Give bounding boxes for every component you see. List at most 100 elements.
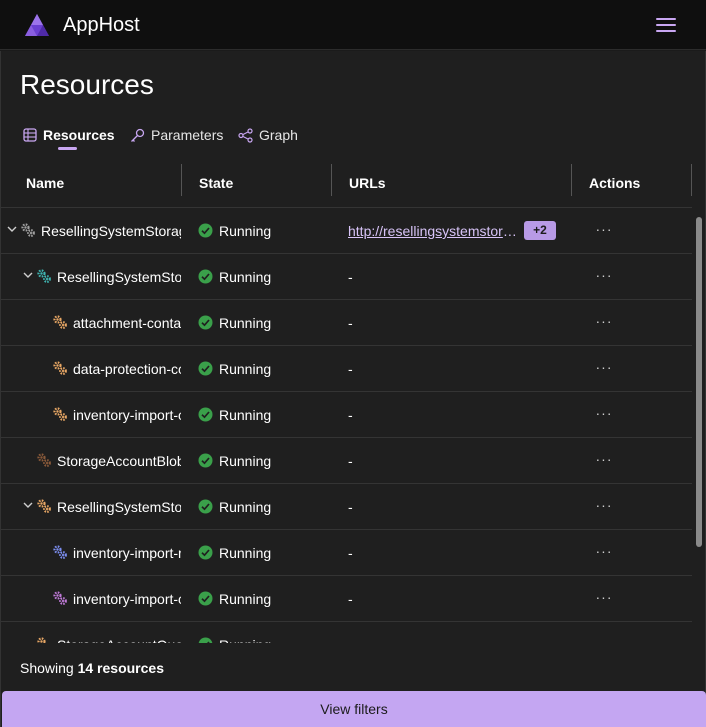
resource-name[interactable]: inventory-import-c: [73, 392, 181, 438]
row-actions-button[interactable]: ···: [589, 495, 619, 517]
table-row[interactable]: ResellingSystemSto Running - ···: [1, 484, 692, 530]
running-check-icon: [198, 315, 213, 330]
table-header: Name State URLs Actions: [1, 159, 692, 208]
resource-name[interactable]: ResellingSystemSto: [57, 484, 181, 530]
resource-url-link[interactable]: http://resellingsystemstorage: [348, 208, 518, 254]
running-check-icon: [198, 453, 213, 468]
tab-graph[interactable]: Graph: [238, 121, 298, 149]
chevron-down-icon[interactable]: [21, 267, 35, 283]
resource-gear-icon: [52, 544, 68, 560]
column-divider[interactable]: [691, 164, 692, 196]
column-header-urls[interactable]: URLs: [349, 159, 386, 207]
resource-url-empty: -: [348, 591, 353, 607]
row-actions-button[interactable]: ···: [589, 633, 619, 643]
resource-gear-icon: [52, 590, 68, 606]
top-bar: AppHost: [0, 0, 706, 50]
page-title: Resources: [20, 69, 154, 100]
table-row[interactable]: attachment-conta Running - ···: [1, 300, 692, 346]
column-divider[interactable]: [331, 164, 332, 196]
resource-state: Running: [219, 407, 272, 423]
resource-name[interactable]: attachment-conta: [73, 300, 181, 346]
tab-resources-label: Resources: [43, 127, 115, 143]
resource-url-empty: -: [348, 315, 353, 331]
chevron-down-icon[interactable]: [21, 497, 35, 513]
resource-gear-icon: [52, 406, 68, 422]
table-row[interactable]: inventory-import-c Running - ···: [1, 392, 692, 438]
table-icon: [23, 128, 37, 142]
resource-gear-icon: [36, 498, 52, 514]
resource-name[interactable]: StorageAccountBlob: [57, 438, 181, 484]
showing-label: Showing: [20, 660, 74, 676]
resource-state: Running: [219, 269, 272, 285]
running-check-icon: [198, 361, 213, 376]
more-urls-badge[interactable]: +2: [524, 221, 556, 240]
tab-parameters[interactable]: Parameters: [130, 121, 223, 149]
resource-name[interactable]: inventory-import-r: [73, 530, 181, 576]
column-divider[interactable]: [181, 164, 182, 196]
resource-state: Running: [219, 622, 271, 643]
resource-name[interactable]: inventory-import-c: [73, 576, 181, 622]
resource-url-empty: -: [348, 407, 353, 423]
resource-count: 14 resources: [77, 660, 164, 676]
tab-graph-label: Graph: [259, 127, 298, 143]
row-actions-button[interactable]: ···: [589, 357, 619, 379]
resource-gear-icon: [52, 360, 68, 376]
resource-gear-icon: [20, 222, 36, 238]
resource-state: Running: [219, 591, 272, 607]
resource-url-empty: -: [348, 622, 353, 643]
resource-gear-icon: [36, 268, 52, 284]
resource-state: Running: [219, 223, 272, 239]
table-row[interactable]: StorageAccountQue Running - ···: [1, 622, 692, 643]
table-row[interactable]: StorageAccountBlob Running - ···: [1, 438, 692, 484]
table-row[interactable]: inventory-import-r Running - ···: [1, 530, 692, 576]
row-actions-button[interactable]: ···: [589, 449, 619, 471]
table-scrollbar[interactable]: [693, 159, 705, 643]
column-header-state[interactable]: State: [199, 159, 233, 207]
row-actions-button[interactable]: ···: [589, 265, 619, 287]
running-check-icon: [198, 637, 213, 643]
row-actions-button[interactable]: ···: [589, 587, 619, 609]
row-actions-button[interactable]: ···: [589, 219, 619, 241]
chevron-down-icon[interactable]: [5, 221, 19, 237]
resource-url-empty: -: [348, 453, 353, 469]
column-divider[interactable]: [571, 164, 572, 196]
table-row[interactable]: ResellingSystemStorag Running http://resel…: [1, 208, 692, 254]
resource-gear-icon: [52, 314, 68, 330]
app-title: AppHost: [63, 14, 140, 36]
resource-name[interactable]: ResellingSystemStorag: [41, 208, 181, 254]
table-row[interactable]: inventory-import-c Running - ···: [1, 576, 692, 622]
resources-panel: Resources Resources Parameters Graph Nam…: [0, 51, 706, 727]
app-logo-icon: [25, 14, 49, 36]
resource-url-empty: -: [348, 545, 353, 561]
tab-resources[interactable]: Resources: [23, 121, 115, 149]
running-check-icon: [198, 407, 213, 422]
key-icon: [131, 128, 145, 142]
resource-state: Running: [219, 361, 272, 377]
column-header-actions[interactable]: Actions: [589, 159, 640, 207]
resources-table: Name State URLs Actions ResellingSystemS…: [1, 159, 692, 643]
hamburger-menu-icon[interactable]: [652, 13, 680, 37]
table-row[interactable]: ResellingSystemSto Running - ···: [1, 254, 692, 300]
running-check-icon: [198, 545, 213, 560]
tab-parameters-label: Parameters: [151, 127, 224, 143]
running-check-icon: [198, 223, 213, 238]
resource-url-empty: -: [348, 361, 353, 377]
resource-state: Running: [219, 453, 272, 469]
resource-state: Running: [219, 499, 272, 515]
running-check-icon: [198, 269, 213, 284]
table-row[interactable]: data-protection-cc Running - ···: [1, 346, 692, 392]
resource-url-empty: -: [348, 499, 353, 515]
column-header-name[interactable]: Name: [26, 159, 64, 207]
row-actions-button[interactable]: ···: [589, 403, 619, 425]
row-actions-button[interactable]: ···: [589, 311, 619, 333]
resource-name[interactable]: data-protection-cc: [73, 346, 181, 392]
resource-state: Running: [219, 315, 272, 331]
resource-gear-icon: [36, 636, 52, 643]
scrollbar-thumb[interactable]: [696, 217, 702, 547]
row-actions-button[interactable]: ···: [589, 541, 619, 563]
view-filters-button[interactable]: View filters: [2, 691, 706, 727]
graph-icon: [238, 127, 253, 143]
resource-name[interactable]: StorageAccountQue: [57, 622, 181, 643]
resource-name[interactable]: ResellingSystemSto: [57, 254, 181, 300]
running-check-icon: [198, 499, 213, 514]
